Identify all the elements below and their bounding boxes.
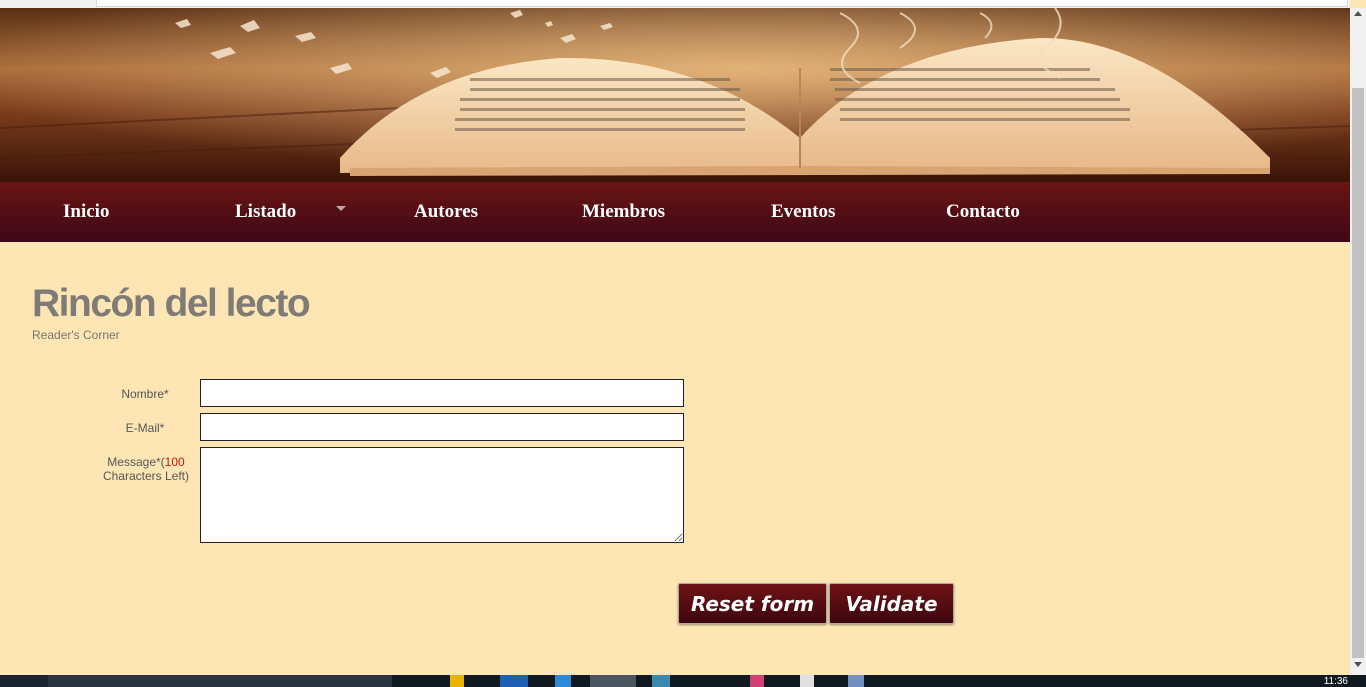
- nav-item-listado[interactable]: Listado: [235, 182, 296, 242]
- validate-button[interactable]: Validate: [829, 583, 954, 624]
- characters-left-count: 100: [164, 455, 185, 469]
- message-label-prefix: Message*(: [107, 455, 165, 469]
- nav-item-inicio[interactable]: Inicio: [63, 182, 109, 242]
- taskbar-app-icon-5[interactable]: [848, 675, 864, 687]
- message-textarea[interactable]: [200, 447, 684, 543]
- reset-form-button[interactable]: Reset form: [678, 583, 827, 624]
- nav-item-autores[interactable]: Autores: [414, 182, 478, 242]
- email-label: E-Mail*: [125, 421, 165, 435]
- windows-taskbar: 11:36: [0, 675, 1366, 687]
- file-explorer-icon[interactable]: [450, 675, 464, 687]
- message-label: Message*(100 Characters Left): [96, 455, 196, 483]
- chrome-active-icon[interactable]: [590, 675, 636, 687]
- taskbar-app-icon[interactable]: [500, 675, 528, 687]
- start-button[interactable]: [0, 675, 48, 687]
- name-label: Nombre*: [121, 387, 169, 401]
- email-field[interactable]: [200, 413, 684, 441]
- scroll-down-arrow-icon[interactable]: [1354, 662, 1362, 667]
- taskbar-app-icon-3[interactable]: [750, 675, 764, 687]
- taskbar-app-icon-2[interactable]: [652, 675, 670, 687]
- nav-item-contacto[interactable]: Contacto: [946, 182, 1020, 242]
- browser-top-bar: [0, 0, 1350, 8]
- dropdown-caret-icon[interactable]: [336, 206, 346, 211]
- scroll-up-arrow-icon[interactable]: [1354, 11, 1362, 16]
- taskbar-search-box[interactable]: [48, 675, 392, 687]
- page-subtitle: Reader's Corner: [32, 328, 120, 342]
- nav-item-miembros[interactable]: Miembros: [582, 182, 665, 242]
- address-bar[interactable]: [96, 0, 1348, 7]
- main-navigation: Inicio Listado Autores Miembros Eventos …: [0, 182, 1350, 242]
- name-field[interactable]: [200, 379, 684, 407]
- taskbar-app-icon-4[interactable]: [800, 675, 814, 687]
- message-label-suffix: Characters Left): [102, 469, 190, 483]
- taskbar-clock: 11:36: [1323, 676, 1348, 687]
- scrollbar-thumb[interactable]: [1352, 88, 1364, 658]
- banner-image: [0, 8, 1350, 182]
- page-title: Rincón del lecto: [32, 282, 311, 325]
- edge-icon[interactable]: [555, 675, 571, 687]
- nav-item-eventos[interactable]: Eventos: [771, 182, 835, 242]
